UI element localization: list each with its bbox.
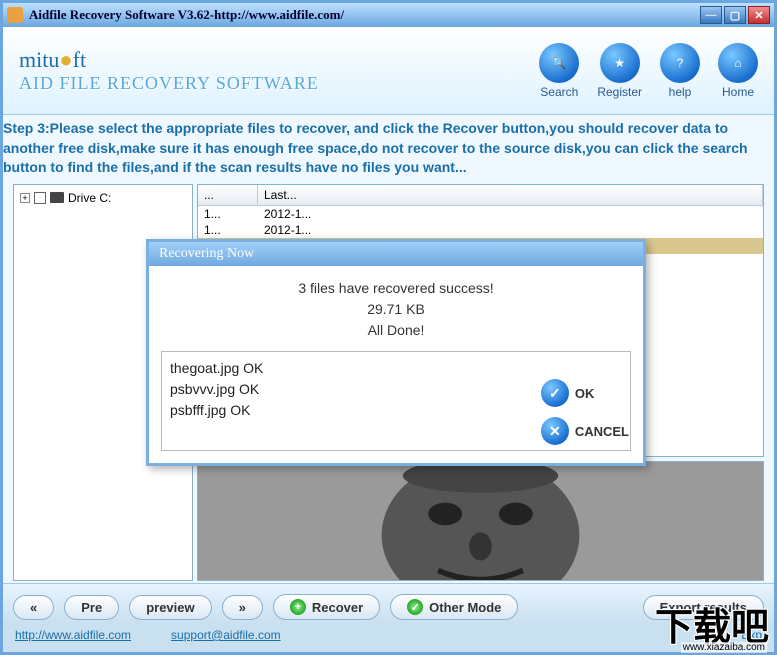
check-icon: ✓ xyxy=(407,599,423,615)
list-header: ... Last... xyxy=(198,185,763,206)
tree-item-drive-c[interactable]: + Drive C: xyxy=(20,191,186,205)
maximize-button[interactable]: ▢ xyxy=(724,6,746,24)
pre-button[interactable]: Pre xyxy=(64,595,119,620)
instructions-text: Step 3:Please select the appropriate fil… xyxy=(3,115,774,182)
footer-email-link[interactable]: support@aidfile.com xyxy=(171,628,281,642)
search-icon: 🔍 xyxy=(539,43,579,83)
register-button[interactable]: ★ Register xyxy=(597,43,642,99)
other-mode-button[interactable]: ✓Other Mode xyxy=(390,594,518,620)
close-button[interactable]: ✕ xyxy=(748,6,770,24)
header: mitu●ft AID FILE RECOVERY SOFTWARE 🔍 Sear… xyxy=(3,27,774,115)
table-row[interactable]: 1...2012-1... xyxy=(198,222,763,238)
recovered-file-line: thegoat.jpg OK xyxy=(170,358,622,379)
recover-button[interactable]: +Recover xyxy=(273,594,380,620)
preview-image xyxy=(198,462,763,580)
footer-url-link[interactable]: http://www.aidfile.com xyxy=(15,628,131,642)
home-button[interactable]: ⌂ Home xyxy=(718,43,758,99)
dialog-title-text: Recovering Now xyxy=(159,246,254,262)
dialog-status-line3: All Done! xyxy=(161,320,631,341)
checkbox[interactable] xyxy=(34,192,46,204)
brand-text-1: mitu xyxy=(19,47,59,72)
search-button[interactable]: 🔍 Search xyxy=(539,43,579,99)
dialog-titlebar: Recovering Now xyxy=(149,242,643,266)
app-icon xyxy=(7,7,23,23)
drive-icon xyxy=(50,192,64,203)
tree-item-label: Drive C: xyxy=(68,191,111,205)
dialog-cancel-button[interactable]: ✕ CANCEL xyxy=(541,417,629,445)
home-icon: ⌂ xyxy=(718,43,758,83)
check-icon: ✓ xyxy=(541,379,569,407)
brand-subtitle: AID FILE RECOVERY SOFTWARE xyxy=(19,73,539,94)
table-row[interactable]: 1...2012-1... xyxy=(198,206,763,222)
close-icon: ✕ xyxy=(541,417,569,445)
header-btn-label: Register xyxy=(597,85,642,99)
header-btn-label: Search xyxy=(540,85,578,99)
preview-button[interactable]: preview xyxy=(129,595,211,620)
plus-icon: + xyxy=(290,599,306,615)
brand-logo-o: ● xyxy=(59,47,72,72)
dialog-ok-button[interactable]: ✓ OK xyxy=(541,379,629,407)
dialog-status: 3 files have recovered success! 29.71 KB… xyxy=(161,278,631,341)
brand: mitu●ft AID FILE RECOVERY SOFTWARE xyxy=(19,47,539,94)
preview-panel xyxy=(197,461,764,581)
col-header-a[interactable]: ... xyxy=(198,185,258,205)
col-header-b[interactable]: Last... xyxy=(258,185,763,205)
window-title: Aidfile Recovery Software V3.62-http://w… xyxy=(29,7,700,23)
register-icon: ★ xyxy=(600,43,640,83)
titlebar: Aidfile Recovery Software V3.62-http://w… xyxy=(3,3,774,27)
expand-icon[interactable]: + xyxy=(20,193,30,203)
dialog-status-line2: 29.71 KB xyxy=(161,299,631,320)
help-button[interactable]: ? help xyxy=(660,43,700,99)
recovering-dialog: Recovering Now 3 files have recovered su… xyxy=(146,239,646,466)
prev-page-button[interactable]: « xyxy=(13,595,54,620)
help-icon: ? xyxy=(660,43,700,83)
brand-text-2: ft xyxy=(73,47,86,72)
dialog-status-line1: 3 files have recovered success! xyxy=(161,278,631,299)
watermark-url: www.xiazaiba.com xyxy=(681,642,767,653)
next-page-button[interactable]: » xyxy=(222,595,263,620)
header-btn-label: Home xyxy=(722,85,754,99)
minimize-button[interactable]: — xyxy=(700,6,722,24)
header-btn-label: help xyxy=(669,85,692,99)
